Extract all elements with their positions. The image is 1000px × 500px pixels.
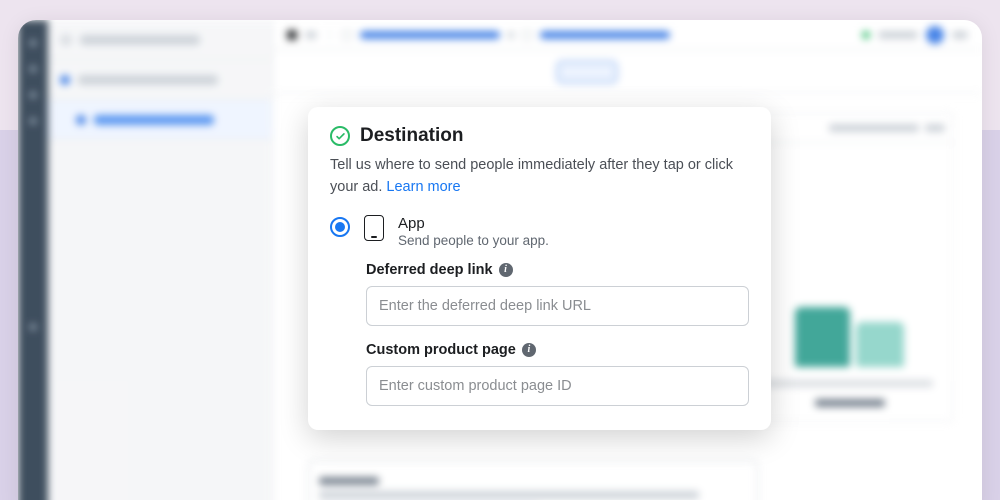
option-subtitle: Send people to your app. — [398, 233, 549, 248]
app-window: Destination Tell us where to send people… — [18, 20, 982, 500]
preview-card — [744, 112, 954, 422]
top-bar — [273, 20, 982, 50]
app-radio[interactable] — [330, 217, 350, 237]
custom-product-page-input[interactable] — [366, 366, 749, 406]
modal-description: Tell us where to send people immediately… — [330, 155, 749, 199]
sub-toolbar — [273, 50, 982, 94]
nav-rail — [18, 20, 48, 500]
info-icon[interactable]: i — [499, 263, 513, 277]
deferred-label: Deferred deep link — [366, 262, 493, 278]
custom-page-label: Custom product page — [366, 342, 516, 358]
learn-more-link[interactable]: Learn more — [386, 179, 460, 195]
modal-title: Destination — [360, 125, 463, 147]
option-title: App — [398, 215, 549, 232]
phone-icon — [364, 215, 384, 241]
check-circle-icon — [330, 126, 350, 146]
deferred-deep-link-input[interactable] — [366, 286, 749, 326]
lower-card — [308, 460, 758, 500]
campaign-tree-panel — [48, 20, 273, 500]
info-icon[interactable]: i — [522, 343, 536, 357]
destination-card: Destination Tell us where to send people… — [308, 107, 771, 430]
